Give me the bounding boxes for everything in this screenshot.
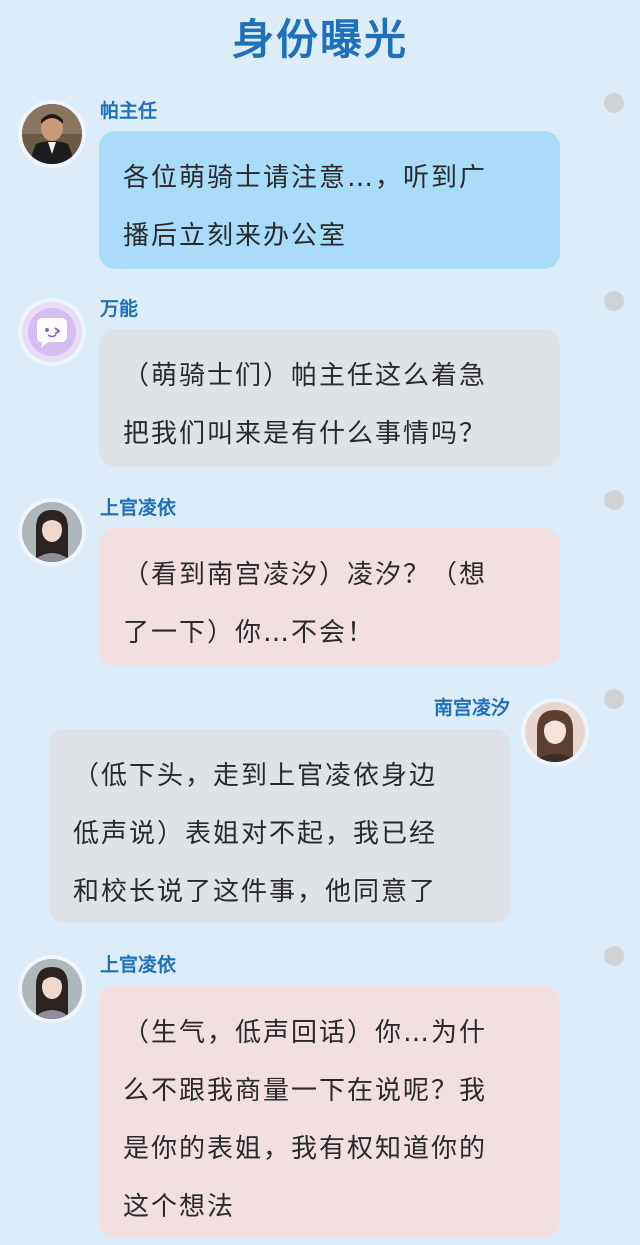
message-bubble: （生气，低声回话）你…为什 么不跟我商量一下在说呢？我 是你的表姐，我有权知道你… (99, 986, 560, 1238)
girl-portrait-avatar[interactable] (22, 959, 82, 1019)
chat-bubble-emoji-avatar[interactable] (22, 302, 82, 362)
page-title: 身份曝光 (231, 15, 408, 64)
message-line: 这个想法 (123, 1192, 236, 1222)
message-line: 和校长说了这件事，他同意了 (73, 877, 438, 907)
scroll-marker-dot (604, 946, 624, 966)
sender-name: 南宫凌汐 (433, 697, 510, 719)
message-line: （看到南宫凌汐）凌汐？（想 (123, 560, 488, 590)
message-bubble: （看到南宫凌汐）凌汐？（想 了一下）你…不会！ (99, 528, 560, 666)
man-in-suit-avatar[interactable] (22, 104, 82, 164)
sender-name: 帕主任 (100, 100, 158, 122)
message-line: 各位萌骑士请注意…，听到广 (123, 163, 488, 193)
scroll-marker-dot (604, 689, 624, 709)
message-line: 么不跟我商量一下在说呢？我 (123, 1076, 488, 1106)
message-line: （萌骑士们）帕主任这么着急 (123, 361, 488, 391)
message-bubble: 各位萌骑士请注意…，听到广 播后立刻来办公室 (99, 131, 560, 269)
message-line: 把我们叫来是有什么事情吗？ (123, 419, 488, 449)
message-bubble: （萌骑士们）帕主任这么着急 把我们叫来是有什么事情吗？ (99, 329, 560, 467)
scroll-marker-dot (604, 490, 624, 510)
message-line: （生气，低声回话）你…为什 (123, 1018, 488, 1048)
message-bubble: （低下头，走到上官凌依身边 低声说）表姐对不起，我已经 和校长说了这件事，他同意… (49, 729, 510, 923)
sender-name: 上官凌依 (100, 954, 177, 976)
girl-portrait-avatar[interactable] (22, 502, 82, 562)
message-line: 是你的表姐，我有权知道你的 (123, 1134, 488, 1164)
message-line: 了一下）你…不会！ (123, 618, 376, 648)
scroll-marker-dot (604, 291, 624, 311)
scroll-marker-dot (604, 93, 624, 113)
message-line: （低下头，走到上官凌依身边 (73, 761, 438, 791)
message-line: 播后立刻来办公室 (123, 221, 348, 251)
sender-name: 万能 (100, 298, 139, 320)
girl-portrait-avatar[interactable] (525, 702, 585, 762)
message-line: 低声说）表姐对不起，我已经 (73, 819, 438, 849)
sender-name: 上官凌依 (100, 497, 177, 519)
